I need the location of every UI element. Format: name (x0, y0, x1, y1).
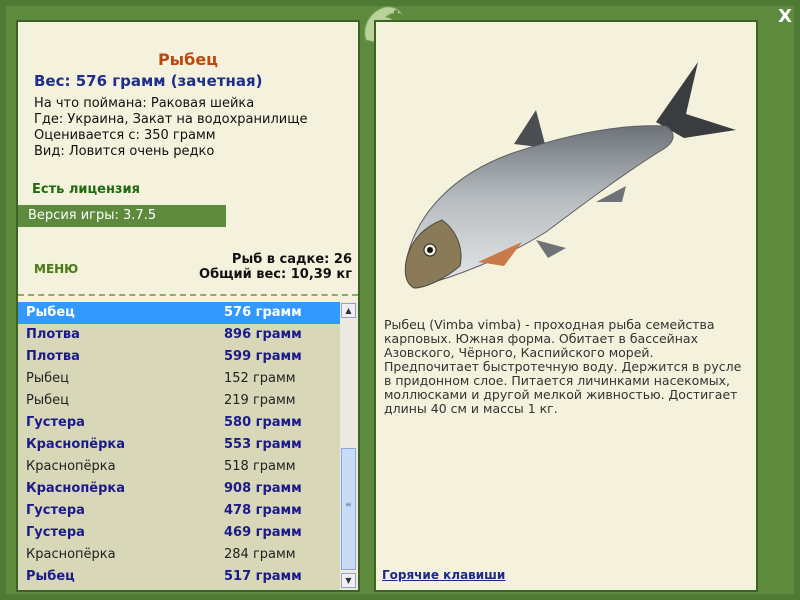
info-location: Где: Украина, Закат на водохранилище (34, 112, 308, 127)
catch-fish-name: Краснопёрка (26, 547, 116, 562)
catch-fish-weight: 599 грамм (224, 349, 302, 364)
catch-fish-weight: 517 грамм (224, 569, 302, 584)
list-item[interactable]: Густера 580 грамм (18, 412, 340, 434)
list-item[interactable]: Плотва 896 грамм (18, 324, 340, 346)
catch-fish-name: Рыбец (26, 393, 69, 408)
catch-panel: Рыбец Вес: 576 грамм (зачетная) На что п… (16, 20, 360, 592)
scroll-up-button[interactable]: ▲ (341, 303, 356, 318)
list-item[interactable]: Густера 469 грамм (18, 522, 340, 544)
arrow-down-icon: ▼ (345, 576, 352, 585)
close-button[interactable]: X (778, 6, 792, 27)
fish-image (404, 62, 736, 289)
catch-fish-name: Густера (26, 415, 85, 430)
catch-fish-weight: 553 грамм (224, 437, 302, 452)
catch-fish-weight: 469 грамм (224, 525, 302, 540)
grip-icon: ≡ (345, 500, 352, 509)
version-bar: Версия игры: 3.7.5 (18, 205, 226, 227)
info-bait: На что поймана: Раковая шейка (34, 96, 255, 111)
catch-fish-name: Рыбец (26, 371, 69, 386)
list-item[interactable]: Рыбец 517 грамм (18, 566, 340, 588)
close-icon: X (778, 6, 792, 27)
catch-fish-weight: 576 грамм (224, 305, 302, 320)
catch-fish-weight: 219 грамм (224, 393, 296, 408)
catch-fish-name: Плотва (26, 327, 80, 342)
scrollbar[interactable]: ▲ ≡ ▼ (340, 302, 358, 590)
list-item[interactable]: Краснопёрка 284 грамм (18, 544, 340, 566)
catch-fish-name: Густера (26, 525, 85, 540)
list-item[interactable]: Плотва 599 грамм (18, 346, 340, 368)
scroll-thumb[interactable]: ≡ (341, 448, 356, 570)
catch-fish-name: Плотва (26, 349, 80, 364)
scroll-down-button[interactable]: ▼ (341, 573, 356, 588)
menu-button[interactable]: МЕНЮ (34, 262, 78, 276)
catch-list[interactable]: Рыбец 576 грамм Плотва 896 грамм Плотва 599 г… (18, 302, 340, 590)
catch-fish-name: Рыбец (26, 305, 75, 320)
list-item[interactable]: Густера 478 грамм (18, 500, 340, 522)
list-item[interactable]: Краснопёрка 518 грамм (18, 456, 340, 478)
catch-fish-name: Рыбец (26, 569, 75, 584)
catch-fish-weight: 518 грамм (224, 459, 296, 474)
list-item[interactable]: Рыбец 152 грамм (18, 368, 340, 390)
fish-description: Рыбец (Vimba vimba) - проходная рыба сем… (384, 317, 742, 416)
catch-fish-weight: 896 грамм (224, 327, 302, 342)
keepnet-stats: Рыб в садке: 26 Общий вес: 10,39 кг (199, 252, 352, 282)
fish-weight: Вес: 576 грамм (зачетная) (34, 72, 263, 90)
catch-fish-name: Краснопёрка (26, 459, 116, 474)
arrow-up-icon: ▲ (345, 306, 352, 315)
fish-count: Рыб в садке: 26 (231, 252, 352, 267)
divider (18, 294, 358, 296)
license-status: Есть лицензия (32, 182, 140, 197)
catch-fish-name: Краснопёрка (26, 437, 126, 452)
catch-fish-weight: 152 грамм (224, 371, 296, 386)
hotkeys-link[interactable]: Горячие клавиши (382, 568, 505, 582)
list-item[interactable]: Рыбец 576 грамм (18, 302, 340, 324)
fish-detail-panel: Рыбец (Vimba vimba) - проходная рыба сем… (374, 20, 758, 592)
list-item[interactable]: Краснопёрка 553 грамм (18, 434, 340, 456)
info-rating: Оценивается с: 350 грамм (34, 128, 216, 143)
catch-fish-weight: 284 грамм (224, 547, 296, 562)
list-item[interactable]: Краснопёрка 908 грамм (18, 478, 340, 500)
catch-fish-name: Густера (26, 503, 85, 518)
catch-fish-weight: 478 грамм (224, 503, 302, 518)
list-item[interactable]: Рыбец 219 грамм (18, 390, 340, 412)
catch-fish-weight: 580 грамм (224, 415, 302, 430)
catch-fish-name: Краснопёрка (26, 481, 126, 496)
catch-fish-weight: 908 грамм (224, 481, 302, 496)
fish-name: Рыбец (157, 50, 219, 69)
info-rarity: Вид: Ловится очень редко (34, 144, 215, 159)
total-weight: Общий вес: 10,39 кг (199, 267, 352, 282)
